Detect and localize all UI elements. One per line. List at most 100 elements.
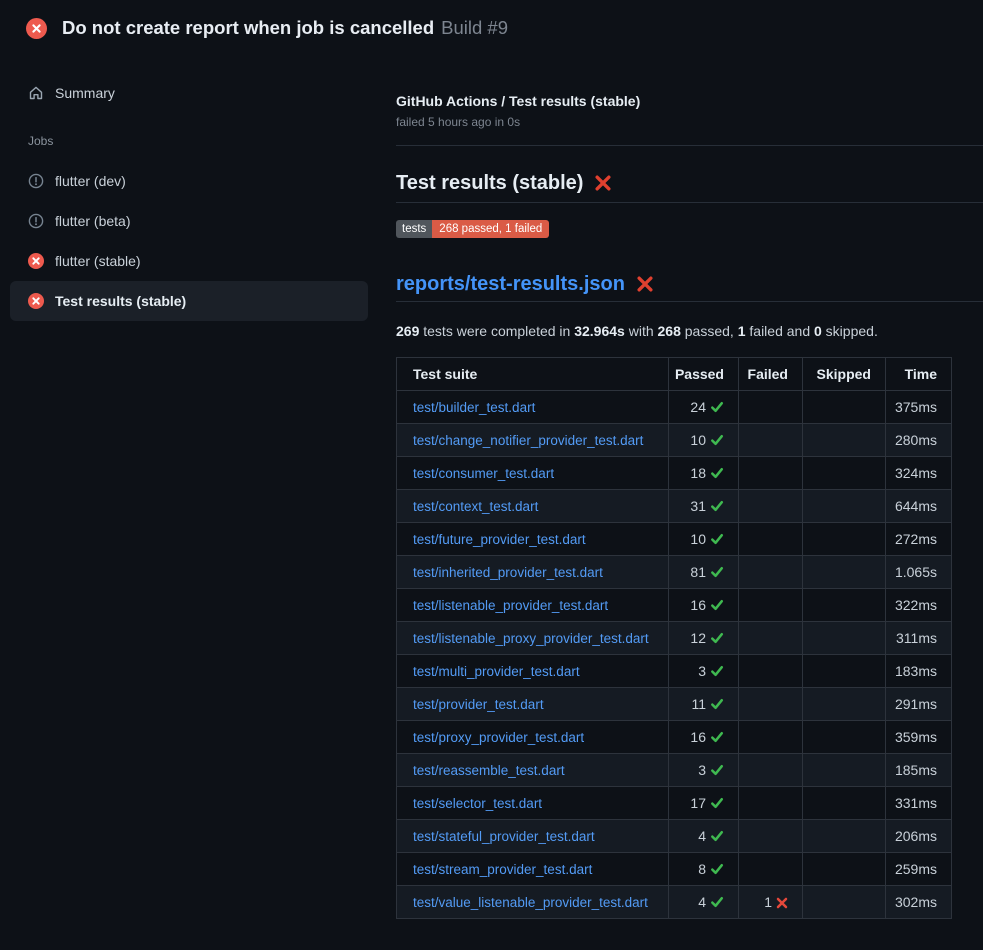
jobs-list: flutter (dev) flutter (beta) flutter (stab… [0, 161, 380, 321]
table-row: test/reassemble_test.dart3185ms [397, 754, 952, 787]
table-row: test/selector_test.dart17331ms [397, 787, 952, 820]
sidebar-item-summary[interactable]: Summary [10, 73, 368, 113]
alert-circle-icon [28, 173, 44, 189]
passed-cell: 31 [669, 490, 739, 523]
suite-link[interactable]: test/listenable_proxy_provider_test.dart [413, 631, 649, 646]
table-row: test/context_test.dart 31 644ms [397, 490, 952, 523]
suite-link[interactable]: test/selector_test.dart [413, 796, 542, 811]
job-label: flutter (beta) [55, 213, 130, 229]
check-icon [710, 697, 724, 711]
summary-segment: 269 [396, 323, 419, 339]
table-row: test/builder_test.dart24375ms [397, 391, 952, 424]
table-row: test/future_provider_test.dart 10 272ms [397, 523, 952, 556]
cross-mark-icon [594, 174, 612, 192]
table-row: test/inherited_provider_test.dart 81 1.065… [397, 556, 952, 589]
check-icon [710, 598, 724, 612]
check-icon [710, 499, 724, 513]
check-icon [710, 466, 724, 480]
skipped-cell [803, 787, 886, 820]
suite-cell: test/stateful_provider_test.dart [397, 820, 669, 853]
tests-badge: tests 268 passed, 1 failed [396, 220, 549, 238]
skipped-cell [803, 754, 886, 787]
main-content: GitHub Actions / Test results (stable) f… [396, 0, 983, 919]
x-circle-icon [28, 253, 44, 269]
failed-cell [739, 853, 803, 886]
suite-link[interactable]: test/reassemble_test.dart [413, 763, 565, 778]
checks-page: Do not create report when job is cancell… [0, 0, 983, 950]
report-file-link[interactable]: reports/test-results.json [396, 271, 625, 297]
col-header-failed: Failed [739, 358, 803, 391]
time-cell: 322ms [886, 589, 952, 622]
passed-cell: 24 [669, 391, 739, 424]
suite-cell: test/listenable_provider_test.dart [397, 589, 669, 622]
home-icon [28, 85, 44, 101]
check-icon [710, 400, 724, 414]
badge-label: tests [396, 220, 432, 238]
suite-link[interactable]: test/value_listenable_provider_test.dart [413, 895, 648, 910]
failed-cell [739, 787, 803, 820]
suite-cell: test/context_test.dart [397, 490, 669, 523]
suite-link[interactable]: test/change_notifier_provider_test.dart [413, 433, 643, 448]
sidebar-job-item[interactable]: flutter (beta) [10, 201, 368, 241]
check-icon [710, 532, 724, 546]
suite-cell: test/consumer_test.dart [397, 457, 669, 490]
check-icon [710, 631, 724, 645]
skipped-cell [803, 523, 886, 556]
time-cell: 291ms [886, 688, 952, 721]
suite-cell: test/reassemble_test.dart [397, 754, 669, 787]
suite-link[interactable]: test/provider_test.dart [413, 697, 544, 712]
time-cell: 302ms [886, 886, 952, 919]
failed-cell [739, 721, 803, 754]
suite-link[interactable]: test/consumer_test.dart [413, 466, 554, 481]
skipped-cell [803, 688, 886, 721]
col-header-time: Time [886, 358, 952, 391]
table-row: test/value_listenable_provider_test.dart… [397, 886, 952, 919]
passed-cell: 81 [669, 556, 739, 589]
table-header-row: Test suite Passed Failed Skipped Time [397, 358, 952, 391]
time-cell: 644ms [886, 490, 952, 523]
suite-link[interactable]: test/builder_test.dart [413, 400, 535, 415]
time-cell: 272ms [886, 523, 952, 556]
passed-cell: 10 [669, 523, 739, 556]
job-label: flutter (stable) [55, 253, 141, 269]
cross-mark-icon [636, 275, 654, 293]
summary-segment: 0 [814, 323, 822, 339]
time-cell: 183ms [886, 655, 952, 688]
passed-cell: 10 [669, 424, 739, 457]
failed-cell [739, 754, 803, 787]
failed-cell: 1 [739, 886, 803, 919]
sidebar-job-item[interactable]: flutter (dev) [10, 161, 368, 201]
failed-cell [739, 523, 803, 556]
time-cell: 1.065s [886, 556, 952, 589]
suite-cell: test/change_notifier_provider_test.dart [397, 424, 669, 457]
sidebar-job-item[interactable]: Test results (stable) [10, 281, 368, 321]
suite-link[interactable]: test/stateful_provider_test.dart [413, 829, 595, 844]
suite-link[interactable]: test/future_provider_test.dart [413, 532, 586, 547]
failed-cell [739, 589, 803, 622]
header-divider [396, 145, 983, 146]
check-icon [710, 565, 724, 579]
suite-link[interactable]: test/multi_provider_test.dart [413, 664, 580, 679]
suite-cell: test/provider_test.dart [397, 688, 669, 721]
failed-cell [739, 490, 803, 523]
table-row: test/proxy_provider_test.dart16359ms [397, 721, 952, 754]
suite-cell: test/value_listenable_provider_test.dart [397, 886, 669, 919]
passed-cell: 3 [669, 655, 739, 688]
check-icon [710, 796, 724, 810]
passed-cell: 3 [669, 754, 739, 787]
suite-link[interactable]: test/stream_provider_test.dart [413, 862, 592, 877]
suite-cell: test/inherited_provider_test.dart [397, 556, 669, 589]
summary-segment: 1 [738, 323, 746, 339]
test-results-table: Test suite Passed Failed Skipped Time te… [396, 357, 952, 919]
suite-link[interactable]: test/proxy_provider_test.dart [413, 730, 584, 745]
sidebar-job-item[interactable]: flutter (stable) [10, 241, 368, 281]
skipped-cell [803, 886, 886, 919]
suite-link[interactable]: test/inherited_provider_test.dart [413, 565, 603, 580]
suite-link[interactable]: test/listenable_provider_test.dart [413, 598, 608, 613]
table-row: test/stream_provider_test.dart8259ms [397, 853, 952, 886]
check-icon [710, 433, 724, 447]
suite-link[interactable]: test/context_test.dart [413, 499, 538, 514]
failed-cell [739, 688, 803, 721]
time-cell: 324ms [886, 457, 952, 490]
col-header-passed: Passed [669, 358, 739, 391]
